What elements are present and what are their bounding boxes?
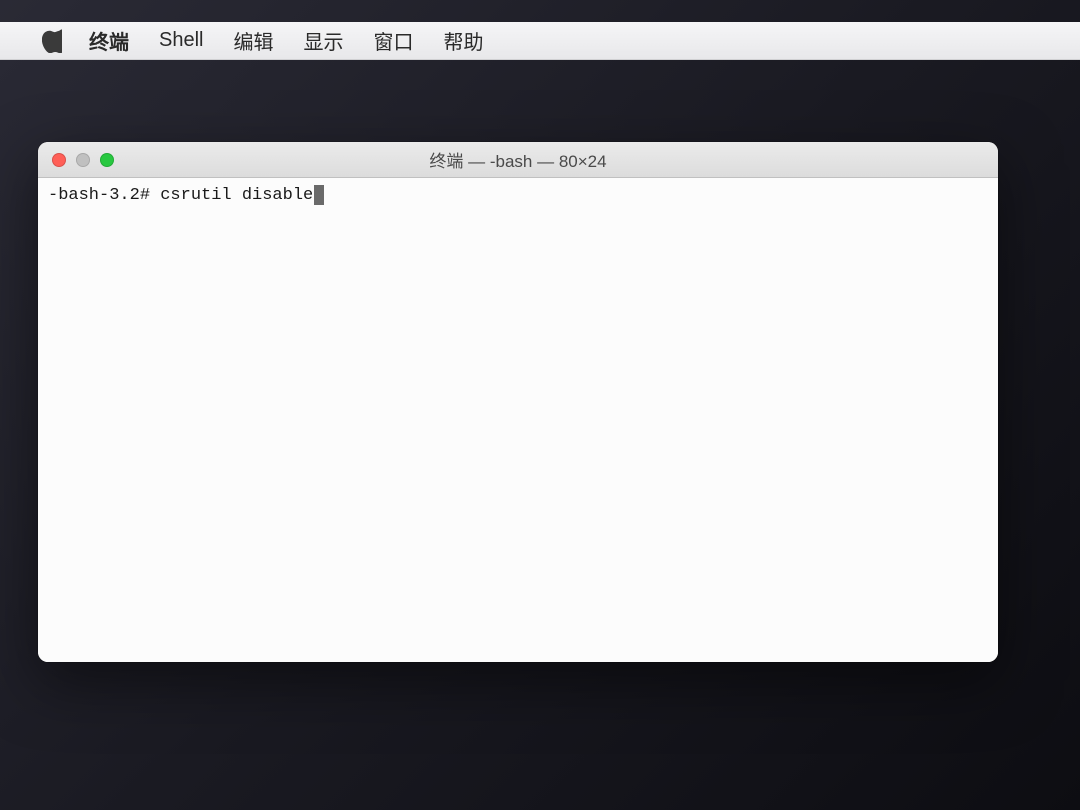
cursor-icon [314,185,324,205]
shell-prompt: -bash-3.2# [48,186,160,205]
menu-edit[interactable]: 编辑 [218,22,288,59]
menu-window[interactable]: 窗口 [358,22,428,59]
terminal-content[interactable]: -bash-3.2# csrutil disable [38,178,998,662]
menu-help[interactable]: 帮助 [428,22,498,59]
apple-logo-icon [42,29,62,53]
shell-command: csrutil disable [160,186,313,205]
close-button[interactable] [52,153,66,167]
window-title: 终端 — -bash — 80×24 [429,147,606,172]
menu-shell[interactable]: Shell [144,22,218,59]
traffic-lights [38,153,114,167]
apple-menu-icon[interactable] [30,29,74,53]
terminal-window: 终端 — -bash — 80×24 -bash-3.2# csrutil di… [38,142,998,662]
maximize-button[interactable] [100,153,114,167]
terminal-line: -bash-3.2# csrutil disable [48,184,324,208]
menu-app-name[interactable]: 终端 [74,22,144,59]
menu-view[interactable]: 显示 [288,22,358,59]
minimize-button[interactable] [76,153,90,167]
menubar: 终端 Shell 编辑 显示 窗口 帮助 [0,22,1080,60]
window-titlebar[interactable]: 终端 — -bash — 80×24 [38,142,998,178]
